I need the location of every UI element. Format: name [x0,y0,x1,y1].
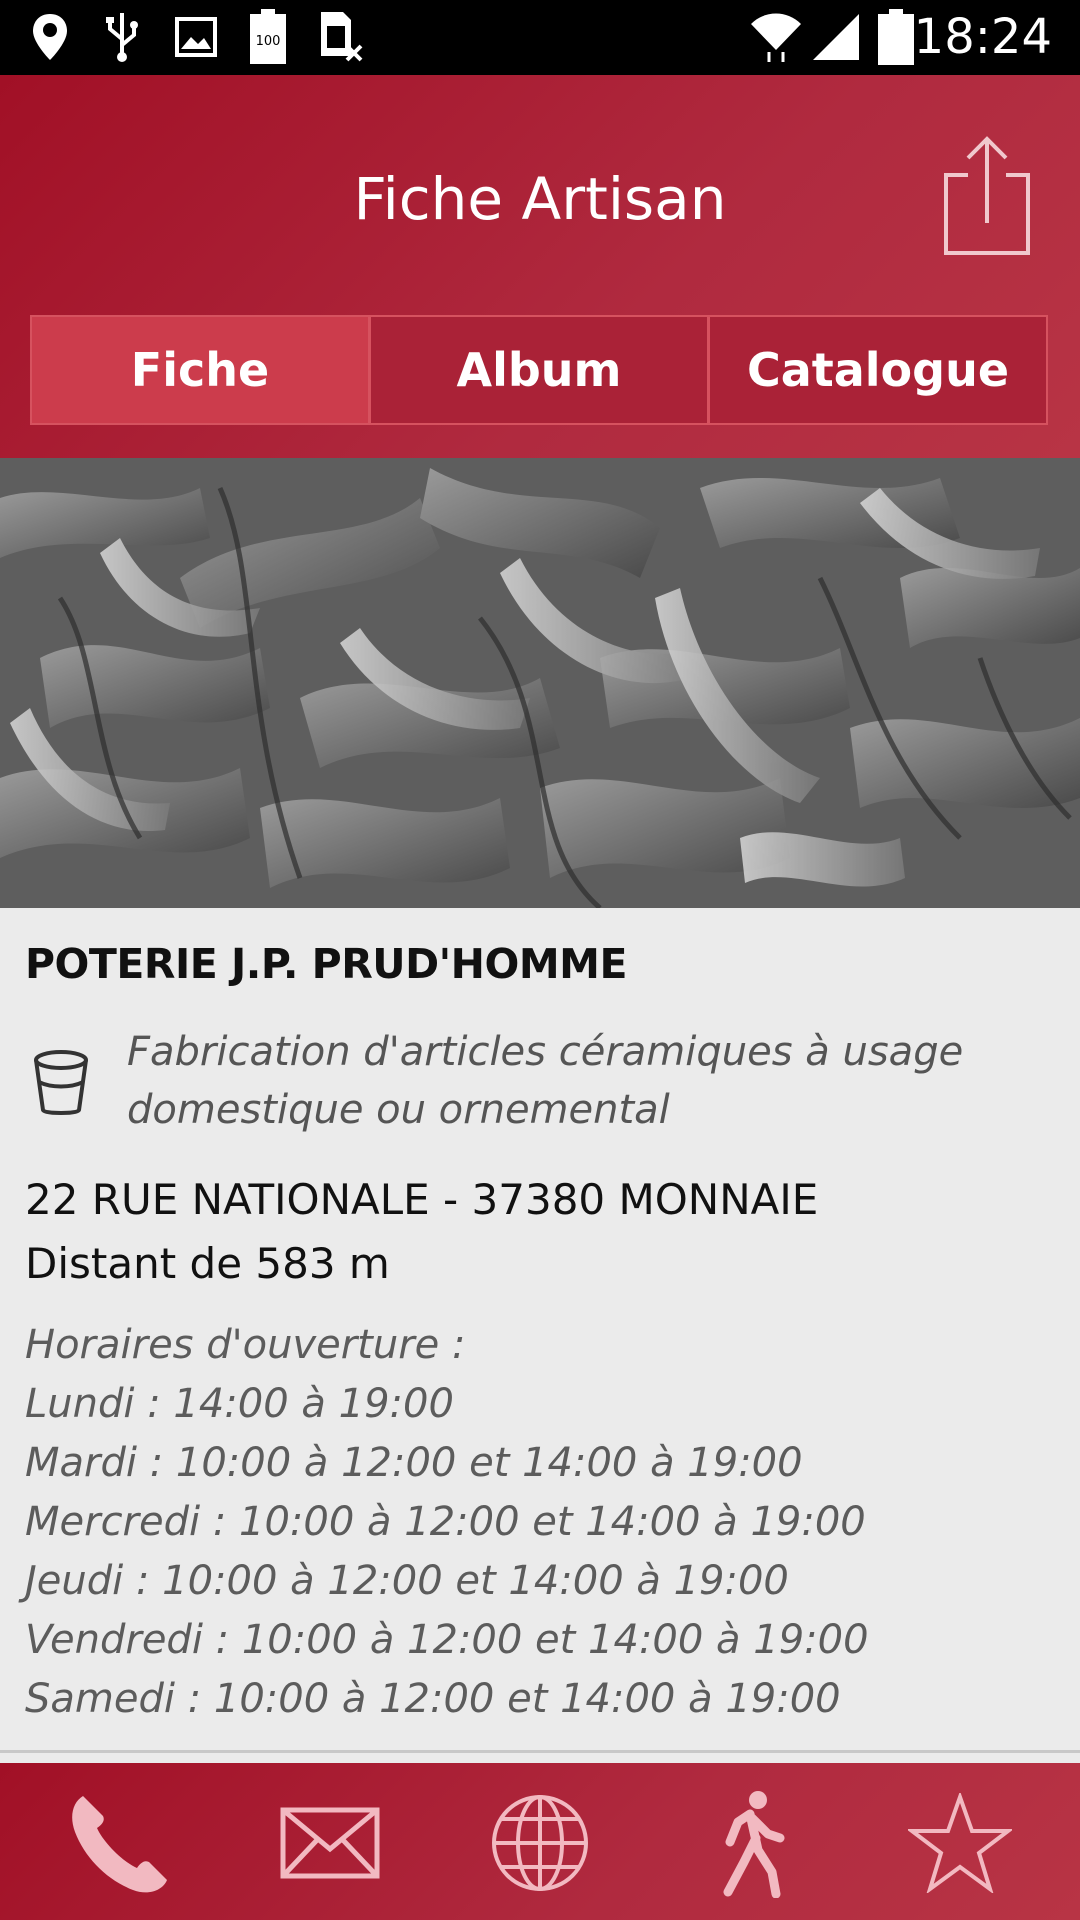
artisan-photo [0,458,1080,908]
call-button[interactable] [60,1783,180,1903]
battery-icon [876,9,916,65]
hours-line: Mardi : 10:00 à 12:00 et 14:00 à 19:00 [25,1440,803,1486]
globe-icon [492,1795,588,1891]
walking-icon [723,1791,785,1898]
app-bar: Fiche Artisan Fiche Album Catalogue [0,75,1080,458]
tab-bar: Fiche Album Catalogue [30,315,1048,425]
artisan-category: Fabrication d'articles céramiques à usag… [127,1029,964,1133]
distance-line: Distant de 583 m [25,1239,390,1288]
hours-line: Jeudi : 10:00 à 12:00 et 14:00 à 19:00 [25,1558,789,1604]
directions-button[interactable] [690,1783,810,1903]
svg-text:100: 100 [256,34,281,49]
phone-icon [72,1796,167,1893]
divider [0,1750,1080,1753]
battery-100-icon: 100 [246,9,290,64]
bottom-action-bar [0,1763,1080,1920]
signal-icon [810,10,862,64]
opening-hours: Horaires d'ouverture : Lundi : 14:00 à 1… [25,1316,869,1729]
hours-line: Mercredi : 10:00 à 12:00 et 14:00 à 19:0… [25,1499,866,1545]
page-title: Fiche Artisan [353,165,727,233]
hours-line: Vendredi : 10:00 à 12:00 et 14:00 à 19:0… [25,1617,869,1663]
tab-catalogue[interactable]: Catalogue [710,317,1046,423]
pottery-cup-icon [31,1048,91,1118]
image-icon [172,10,220,64]
address-line: 22 RUE NATIONALE - 37380 MONNAIE [25,1175,819,1224]
sim-off-icon [316,10,366,64]
location-icon [28,10,72,64]
artisan-name: POTERIE J.P. PRUD'HOMME [25,940,627,988]
wifi-icon [748,10,804,64]
hours-title: Horaires d'ouverture : [25,1322,466,1368]
star-icon [908,1793,1012,1893]
share-button[interactable] [940,133,1036,263]
email-button[interactable] [270,1783,390,1903]
website-button[interactable] [480,1783,600,1903]
tab-fiche[interactable]: Fiche [32,317,371,423]
hours-line: Samedi : 10:00 à 12:00 et 14:00 à 19:00 [25,1676,841,1722]
artisan-address: 22 RUE NATIONALE - 37380 MONNAIE Distant… [25,1168,818,1296]
usb-icon [100,10,144,64]
hours-line: Lundi : 14:00 à 19:00 [25,1381,454,1427]
share-icon [944,136,1030,255]
tab-album[interactable]: Album [371,317,710,423]
clock: 18:24 [913,9,1052,65]
favorite-button[interactable] [900,1783,1020,1903]
status-bar: 100 18:24 [0,0,1080,75]
mail-icon [280,1807,380,1879]
